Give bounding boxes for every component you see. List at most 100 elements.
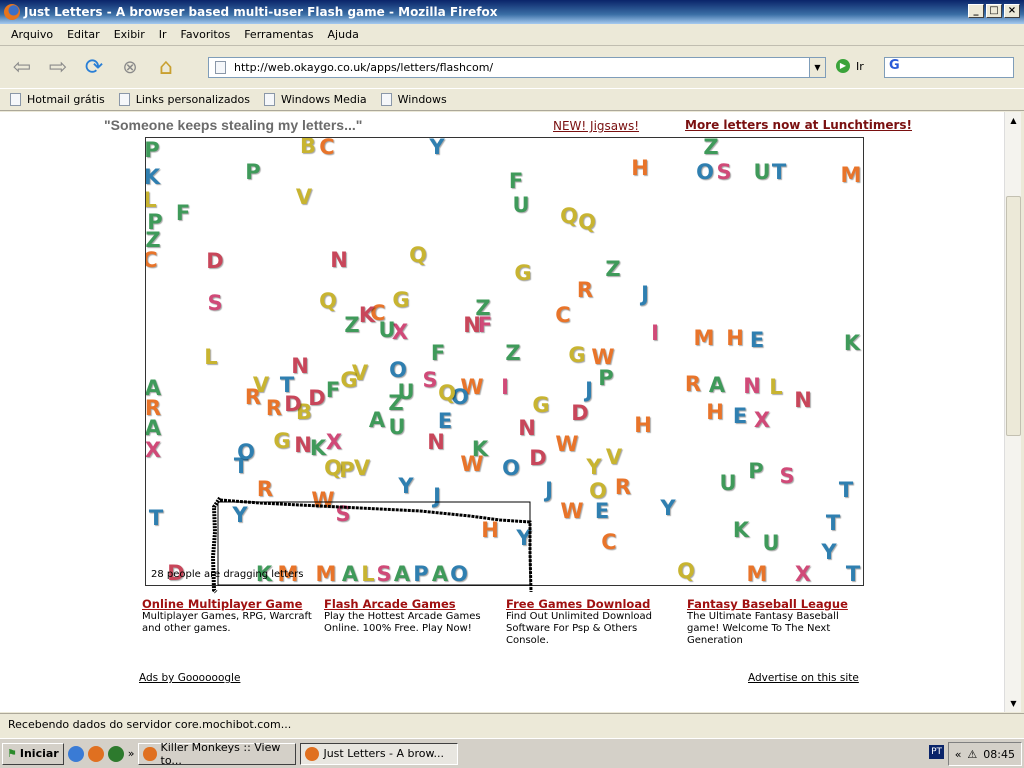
bookmark-links[interactable]: Links personalizados bbox=[118, 93, 250, 106]
draggable-letter[interactable]: U bbox=[753, 160, 770, 184]
draggable-letter[interactable]: P bbox=[147, 210, 162, 234]
draggable-letter[interactable]: K bbox=[844, 331, 860, 355]
draggable-letter[interactable]: W bbox=[560, 499, 583, 523]
network-icon[interactable]: ⚠ bbox=[967, 748, 977, 761]
reload-icon[interactable]: ⟳ bbox=[80, 53, 108, 81]
back-button[interactable]: ⇦ bbox=[8, 53, 36, 81]
start-button[interactable]: ⚑ Iniciar bbox=[2, 742, 64, 765]
draggable-letter[interactable]: H bbox=[634, 413, 652, 437]
draggable-letter[interactable]: L bbox=[361, 562, 374, 585]
draggable-letter[interactable]: V bbox=[296, 185, 312, 209]
draggable-letter[interactable]: U bbox=[762, 531, 779, 555]
bookmark-hotmail[interactable]: Hotmail grátis bbox=[10, 93, 105, 106]
draggable-letter[interactable]: Q bbox=[409, 243, 427, 267]
draggable-letter[interactable]: D bbox=[529, 446, 546, 470]
draggable-letter[interactable]: E bbox=[733, 404, 747, 428]
draggable-letter[interactable]: J bbox=[641, 282, 649, 306]
ad-online-multiplayer[interactable]: Online Multiplayer Game Multiplayer Games… bbox=[142, 598, 317, 635]
draggable-letter[interactable]: A bbox=[432, 562, 448, 585]
draggable-letter[interactable]: L bbox=[204, 345, 217, 369]
draggable-letter[interactable]: U bbox=[719, 471, 736, 495]
draggable-letter[interactable]: B bbox=[300, 138, 316, 158]
draggable-letter[interactable]: T bbox=[839, 478, 853, 502]
menu-editar[interactable]: Editar bbox=[60, 28, 107, 41]
draggable-letter[interactable]: W bbox=[311, 488, 334, 512]
draggable-letter[interactable]: D bbox=[571, 401, 588, 425]
taskbar-item-just-letters[interactable]: Just Letters - A brow... bbox=[300, 742, 459, 765]
draggable-letter[interactable]: E bbox=[438, 409, 452, 433]
draggable-letter[interactable]: C bbox=[319, 138, 334, 159]
draggable-letter[interactable]: U bbox=[512, 193, 529, 217]
draggable-letter[interactable]: K bbox=[733, 518, 749, 542]
draggable-letter[interactable]: F bbox=[176, 201, 190, 225]
draggable-letter[interactable]: V bbox=[253, 373, 269, 397]
draggable-letter[interactable]: P bbox=[245, 160, 260, 184]
draggable-letter[interactable]: Q bbox=[677, 559, 695, 583]
draggable-letter[interactable]: N bbox=[294, 433, 312, 457]
bookmark-windows[interactable]: Windows bbox=[380, 93, 447, 106]
scroll-up-button[interactable]: ▲ bbox=[1005, 112, 1022, 129]
url-bar[interactable]: http://web.okaygo.co.uk/apps/letters/fla… bbox=[208, 57, 826, 78]
close-button[interactable]: × bbox=[1004, 4, 1020, 18]
draggable-letter[interactable]: A bbox=[342, 562, 358, 585]
draggable-letter[interactable]: N bbox=[291, 354, 309, 378]
draggable-letter[interactable]: S bbox=[207, 291, 222, 315]
ad-title[interactable]: Flash Arcade Games bbox=[324, 598, 499, 610]
stop-icon[interactable]: ⊗ bbox=[116, 53, 144, 81]
forward-button[interactable]: ⇨ bbox=[44, 53, 72, 81]
draggable-letter[interactable]: O bbox=[237, 440, 255, 464]
draggable-letter[interactable]: O bbox=[389, 358, 407, 382]
ad-fantasy-baseball[interactable]: Fantasy Baseball League The Ultimate Fant… bbox=[687, 598, 862, 647]
draggable-letter[interactable]: Q bbox=[578, 210, 596, 234]
url-dropdown-button[interactable]: ▼ bbox=[809, 58, 825, 77]
draggable-letter[interactable]: I bbox=[501, 375, 509, 399]
draggable-letter[interactable]: G bbox=[514, 261, 531, 285]
draggable-letter[interactable]: X bbox=[326, 430, 342, 454]
draggable-letter[interactable]: Z bbox=[344, 313, 359, 337]
more-quicklaunch-icon[interactable]: » bbox=[128, 747, 135, 760]
draggable-letter[interactable]: O bbox=[589, 479, 607, 503]
flash-game-area[interactable]: TXMQOAPASLAMMKDYTUKCYHYTTSPUYEWROJSWRJYV… bbox=[145, 137, 864, 586]
ad-free-games[interactable]: Free Games Download Find Out Unlimited Do… bbox=[506, 598, 681, 647]
draggable-letter[interactable]: R bbox=[615, 475, 631, 499]
draggable-letter[interactable]: T bbox=[846, 562, 860, 585]
draggable-letter[interactable]: O bbox=[450, 562, 468, 585]
draggable-letter[interactable]: N bbox=[518, 416, 536, 440]
draggable-letter[interactable]: G bbox=[568, 343, 585, 367]
ie-icon[interactable] bbox=[67, 745, 84, 762]
draggable-letter[interactable]: H bbox=[481, 518, 499, 542]
draggable-letter[interactable]: A bbox=[146, 376, 161, 400]
draggable-letter[interactable]: S bbox=[376, 562, 391, 585]
draggable-letter[interactable]: T bbox=[149, 506, 163, 530]
draggable-letter[interactable]: Z bbox=[505, 341, 520, 365]
draggable-letter[interactable]: W bbox=[591, 345, 614, 369]
minimize-button[interactable]: _ bbox=[968, 4, 984, 18]
vertical-scrollbar[interactable]: ▲ ▼ bbox=[1004, 112, 1021, 712]
draggable-letter[interactable]: Q bbox=[324, 456, 342, 480]
draggable-letter[interactable]: D bbox=[206, 249, 223, 273]
draggable-letter[interactable]: R bbox=[257, 477, 273, 501]
draggable-letter[interactable]: M bbox=[841, 163, 862, 187]
draggable-letter[interactable]: R bbox=[685, 372, 701, 396]
draggable-letter[interactable]: X bbox=[146, 438, 161, 462]
search-input[interactable]: G bbox=[884, 57, 1014, 78]
ad-flash-arcade[interactable]: Flash Arcade Games Play the Hottest Arcad… bbox=[324, 598, 499, 635]
draggable-letter[interactable]: O bbox=[502, 456, 520, 480]
draggable-letter[interactable]: Y bbox=[398, 474, 413, 498]
draggable-letter[interactable]: V bbox=[354, 456, 370, 480]
language-indicator[interactable]: PT bbox=[929, 745, 944, 759]
draggable-letter[interactable]: S bbox=[422, 368, 437, 392]
draggable-letter[interactable]: J bbox=[545, 478, 553, 502]
draggable-letter[interactable]: Y bbox=[586, 455, 601, 479]
menu-ferramentas[interactable]: Ferramentas bbox=[237, 28, 320, 41]
draggable-letter[interactable]: Q bbox=[560, 204, 578, 228]
draggable-letter[interactable]: G bbox=[273, 429, 290, 453]
draggable-letter[interactable]: V bbox=[606, 445, 622, 469]
draggable-letter[interactable]: R bbox=[266, 396, 282, 420]
draggable-letter[interactable]: X bbox=[754, 408, 770, 432]
media-player-icon[interactable] bbox=[107, 745, 124, 762]
draggable-letter[interactable]: T bbox=[826, 511, 840, 535]
draggable-letter[interactable]: N bbox=[330, 248, 348, 272]
draggable-letter[interactable]: S bbox=[779, 464, 794, 488]
bookmark-windows-media[interactable]: Windows Media bbox=[264, 93, 367, 106]
